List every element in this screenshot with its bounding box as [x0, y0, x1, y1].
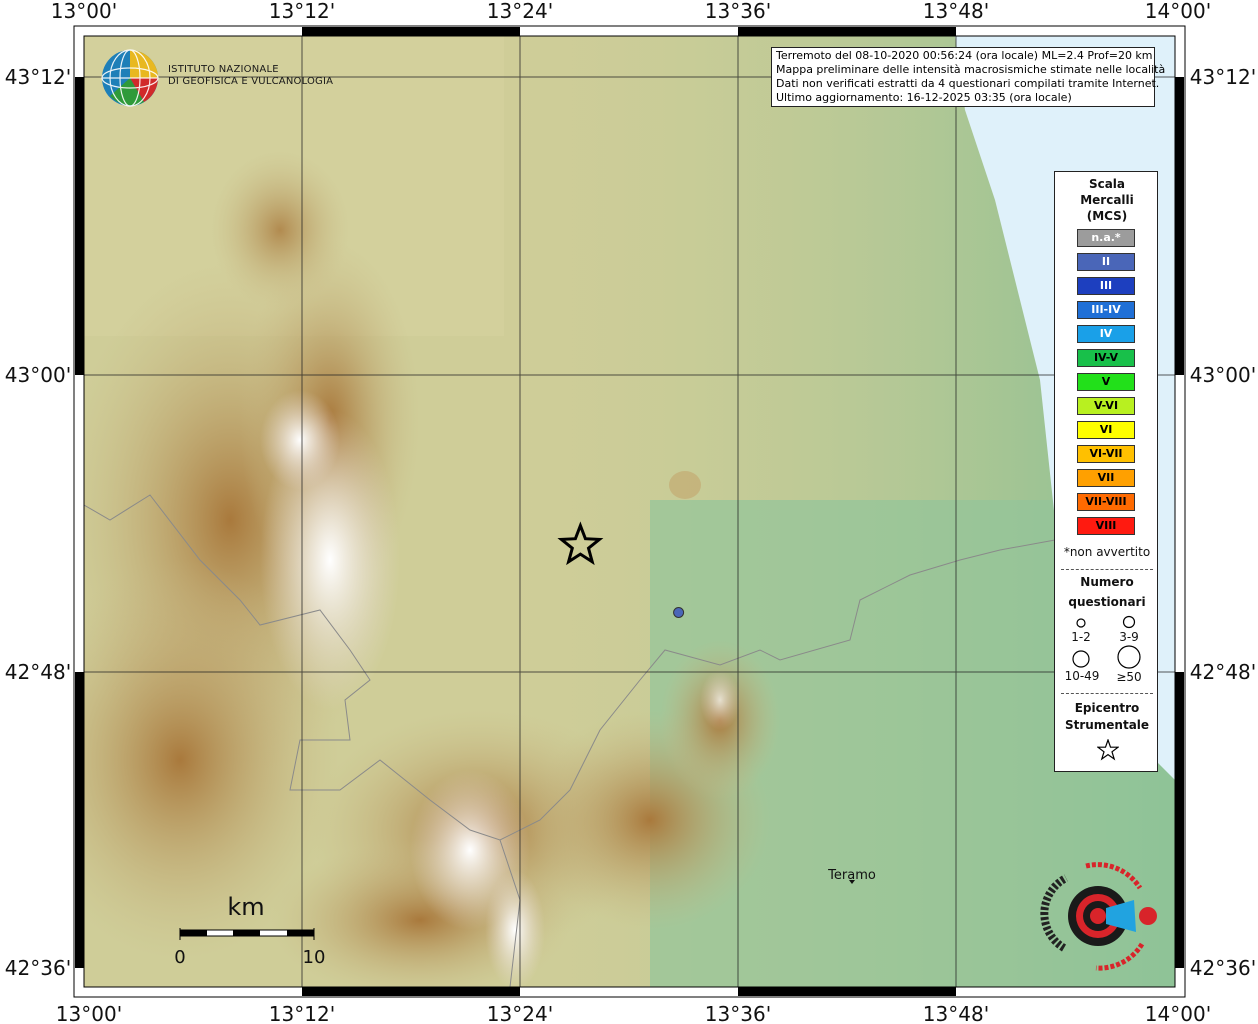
info-line-event: Terremoto del 08-10-2020 00:56:24 (ora l… [776, 49, 1153, 62]
intensity-swatch: n.a.* [1077, 229, 1135, 247]
legend-panel: Scala Mercalli (MCS) n.a.* II III III-IV IV I… [1054, 171, 1158, 772]
lon-tick: 14°00' [1145, 0, 1211, 23]
lon-tick: 13°00' [56, 1002, 122, 1024]
lat-tick: 43°00' [5, 363, 71, 387]
count-label-1-2: 1-2 [1071, 630, 1091, 644]
count-title-1: Numero [1080, 575, 1134, 589]
lat-tick: 42°48' [1190, 660, 1256, 684]
lat-ticks-right: 43°12' 43°00' 42°48' 42°36' [1190, 65, 1256, 980]
lon-tick: 13°00' [51, 0, 117, 23]
ingv-line1: ISTITUTO NAZIONALE [168, 64, 279, 75]
count-title-2: questionari [1068, 595, 1146, 609]
lat-tick: 42°36' [5, 956, 71, 980]
count-label-10-49: 10-49 [1064, 669, 1100, 683]
lon-ticks-bottom: 13°00' 13°12' 13°24' 13°36' 13°48' 14°00… [56, 1002, 1211, 1024]
lon-tick: 13°48' [923, 1002, 989, 1024]
intensity-swatch: IV-V [1077, 349, 1135, 367]
haisentito-logo [1036, 858, 1166, 978]
lon-tick: 13°12' [269, 0, 335, 23]
lon-tick: 13°24' [487, 0, 553, 23]
place-teramo: Teramo [827, 868, 876, 884]
legend-title-1: Scala [1088, 177, 1126, 191]
scale-start: 0 [174, 947, 185, 968]
haisentito-icon [1040, 862, 1157, 971]
lat-tick: 43°12' [5, 65, 71, 89]
scale-end: 10 [303, 947, 326, 968]
lon-tick: 13°36' [705, 0, 771, 23]
terrain [84, 36, 1175, 987]
intensity-swatch: VI [1077, 421, 1135, 439]
lat-tick: 42°48' [5, 660, 71, 684]
ingv-line2: DI GEOFISICA E VULCANOLOGIA [168, 76, 334, 87]
count-label-3-9: 3-9 [1119, 630, 1139, 644]
lon-tick: 14°00' [1145, 1002, 1211, 1024]
legend-title-3: (MCS) [1086, 209, 1128, 223]
epi-title-2: Strumentale [1064, 718, 1150, 732]
lon-tick: 13°24' [487, 1002, 553, 1024]
intensity-swatch: VII [1077, 469, 1135, 487]
lon-tick: 13°48' [923, 0, 989, 23]
intensity-swatch: IV [1077, 325, 1135, 343]
legend-note: *non avvertito [1063, 545, 1151, 559]
observation-point[interactable] [673, 607, 685, 618]
lat-tick: 43°12' [1190, 65, 1256, 89]
ingv-name: ISTITUTO NAZIONALE DI GEOFISICA E VULCAN… [168, 64, 333, 88]
info-line-map: Mappa preliminare delle intensità macros… [776, 63, 1166, 76]
lon-tick: 13°12' [269, 1002, 335, 1024]
intensity-swatch: V-VI [1077, 397, 1135, 415]
scale-unit: km [227, 893, 264, 921]
intensity-swatch: VIII [1077, 517, 1135, 535]
intensity-swatch: III [1077, 277, 1135, 295]
lat-tick: 42°36' [1190, 956, 1256, 980]
count-label-50: ≥50 [1116, 670, 1142, 684]
lat-ticks-left: 43°12' 43°00' 42°48' 42°36' [5, 65, 71, 980]
lon-ticks-top: 13°00' 13°12' 13°24' 13°36' 13°48' 14°00… [51, 0, 1211, 23]
legend-title-2: Mercalli [1080, 193, 1134, 207]
intensity-swatch: VII-VIII [1077, 493, 1135, 511]
intensity-swatch: VI-VII [1077, 445, 1135, 463]
observations-layer [673, 607, 685, 618]
epicenter-star-icon [1097, 739, 1119, 761]
intensity-swatch: II [1077, 253, 1135, 271]
event-info-box: Terremoto del 08-10-2020 00:56:24 (ora l… [771, 47, 1166, 107]
lon-tick: 13°36' [705, 1002, 771, 1024]
epi-title-1: Epicentro [1074, 701, 1140, 715]
globe-icon [101, 49, 159, 107]
info-line-data: Dati non verificati estratti da 4 questi… [776, 77, 1160, 90]
legend-divider [1061, 569, 1153, 570]
intensity-swatch: III-IV [1077, 301, 1135, 319]
lat-tick: 43°00' [1190, 363, 1256, 387]
intensity-swatch: V [1077, 373, 1135, 391]
info-line-update: Ultimo aggiornamento: 16-12-2025 03:35 (… [776, 91, 1072, 104]
legend-divider [1061, 693, 1153, 694]
